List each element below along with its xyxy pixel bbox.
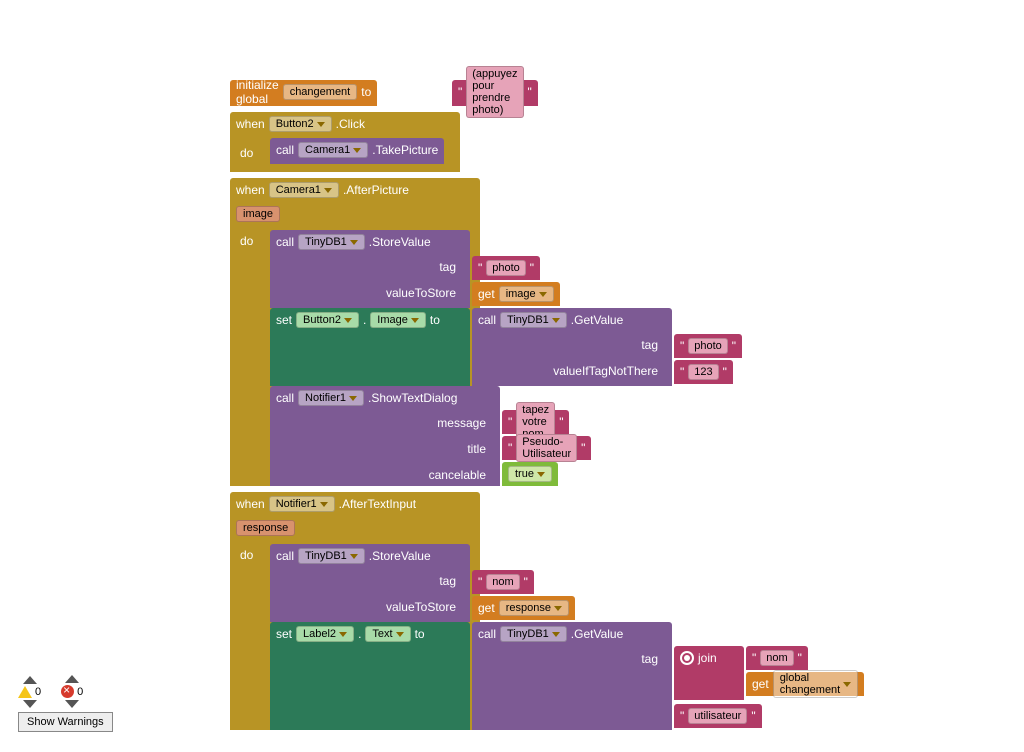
when-label: when (236, 117, 265, 131)
call-showtextdialog[interactable]: call Notifier1 .ShowTextDialog message t… (270, 386, 500, 486)
call-storevalue-nom[interactable]: call TinyDB1 .StoreValue tag valueToStor… (270, 544, 470, 622)
msg-val[interactable]: "tapez votre nom" (502, 410, 569, 434)
when-label: when (236, 183, 265, 197)
component-chip[interactable]: Button2 (269, 116, 332, 132)
warnings-panel: 0 0 Show Warnings (18, 675, 113, 732)
gear-icon[interactable] (680, 651, 694, 665)
title-val[interactable]: "Pseudo-Utilisateur" (502, 436, 591, 460)
set-button2-image[interactable]: set Button2 . Image to (270, 308, 470, 386)
tag-nom[interactable]: "nom" (472, 570, 534, 594)
get-global-changement[interactable]: getglobal changement (746, 672, 864, 696)
method-label: .TakePicture (372, 143, 438, 157)
call-label: call (276, 143, 294, 157)
to-label: to (361, 85, 371, 99)
warning-icon (18, 686, 32, 698)
call-storevalue-photo[interactable]: call TinyDB1 .StoreValue tag valueToStor… (270, 230, 470, 308)
vint-123[interactable]: "123" (674, 360, 733, 384)
param-image[interactable]: image (236, 206, 280, 222)
get-image[interactable]: getimage (472, 282, 560, 306)
join-block[interactable]: join (674, 646, 744, 700)
err-count: 0 (77, 686, 83, 698)
error-icon (61, 685, 74, 698)
camera-chip[interactable]: Camera1 (269, 182, 339, 198)
param-response[interactable]: response (236, 520, 295, 536)
show-warnings-button[interactable]: Show Warnings (18, 712, 113, 732)
call-takepicture[interactable]: call Camera1 .TakePicture (270, 138, 444, 164)
up-arrow-icon[interactable] (23, 676, 37, 684)
tag-photo[interactable]: "photo" (472, 256, 540, 280)
down-arrow-icon[interactable] (65, 700, 79, 708)
cancel-val[interactable]: true (502, 462, 558, 486)
init-global-block[interactable]: initialize global changement to (230, 80, 377, 106)
vint-utilisateur[interactable]: "utilisateur" (674, 704, 762, 728)
camera-chip[interactable]: Camera1 (298, 142, 368, 158)
get-response[interactable]: getresponse (472, 596, 575, 620)
call-getvalue-nom[interactable]: call TinyDB1 .GetValue tag valueIfTagNot… (472, 622, 672, 730)
up-arrow-icon[interactable] (65, 675, 79, 683)
join-nom[interactable]: "nom" (746, 646, 808, 670)
initialize-label: initialize global (236, 78, 279, 106)
down-arrow-icon[interactable] (23, 700, 37, 708)
var-name-chip[interactable]: changement (283, 84, 358, 100)
set-label2-text[interactable]: set Label2 . Text to (270, 622, 470, 730)
do-label: do (240, 146, 253, 160)
init-value-block[interactable]: " (appuyez pour prendre photo) " (452, 80, 538, 106)
init-value[interactable]: (appuyez pour prendre photo) (466, 66, 523, 118)
call-getvalue-photo[interactable]: call TinyDB1 .GetValue tag valueIfTagNot… (472, 308, 672, 386)
tag-photo-2[interactable]: "photo" (674, 334, 742, 358)
warn-count: 0 (35, 686, 41, 698)
event-label: .AfterPicture (343, 183, 409, 197)
do-label: do (240, 234, 253, 248)
event-label: .Click (336, 117, 365, 131)
